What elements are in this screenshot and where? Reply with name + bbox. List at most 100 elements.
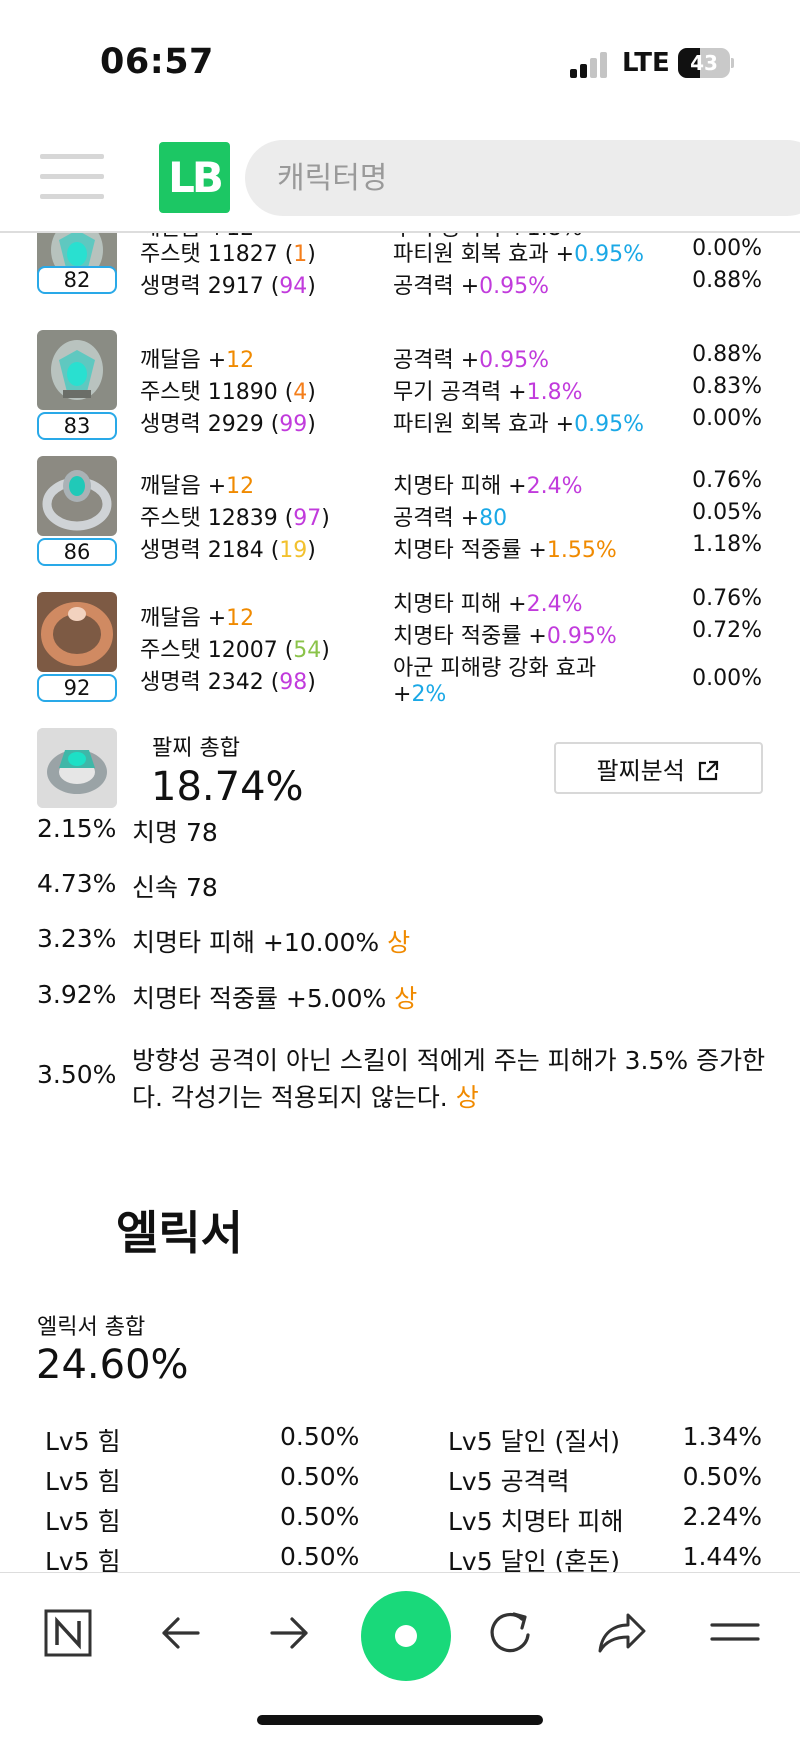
- bracelet-effect-text: 방향성 공격이 아닌 스킬이 적에게 주는 피해가 3.5% 증가한다. 각성기…: [132, 1046, 766, 1112]
- elixir-pct: 0.50%: [280, 1462, 360, 1491]
- earring-icon: [37, 330, 117, 410]
- share-icon[interactable]: [586, 1597, 656, 1667]
- effect-text: 치명타 피해 +2.4%: [393, 592, 583, 617]
- effect-text: 파티원 회복 효과 +0.95%: [393, 412, 644, 437]
- hp-stat: 생명력 2184 (19): [140, 538, 316, 563]
- status-time: 06:57: [100, 42, 214, 82]
- bracelet-effect-text: 치명타 적중률 +5.00% 상: [132, 984, 418, 1013]
- hp-stat: 생명력 2917 (94): [140, 274, 316, 299]
- signal-icon: [570, 52, 610, 78]
- reload-icon[interactable]: [476, 1597, 546, 1667]
- elixir-name: Lv5 힘: [45, 1427, 121, 1456]
- elixir-pct: 0.50%: [280, 1422, 360, 1451]
- home-indicator: [257, 1715, 543, 1725]
- bracelet-effect-pct: 3.23%: [37, 924, 117, 953]
- lb-logo[interactable]: LB: [159, 142, 230, 213]
- elixir-total-value: 24.60%: [36, 1342, 189, 1388]
- app-header: LB: [0, 120, 800, 233]
- elixir-name: Lv5 달인 (질서): [448, 1427, 621, 1456]
- content-area: 깨달음 +12 무기 공격력 +1.8% 0.83% 주스탯 11827 (1)…: [0, 222, 800, 1572]
- accessory-row: 92 깨달음 +12 주스탯 12007 (54) 생명력 2342 (98) …: [0, 586, 800, 718]
- effect-text-cont: +2%: [393, 682, 447, 707]
- effect-pct: 0.88%: [692, 268, 762, 293]
- accessory-row: 깨달음 +12 무기 공격력 +1.8% 0.83% 주스탯 11827 (1)…: [0, 222, 800, 340]
- elixir-pct: 1.44%: [682, 1542, 762, 1571]
- external-link-icon: [699, 760, 719, 780]
- effect-text: 치명타 적중률 +1.55%: [393, 538, 617, 563]
- effect-pct: 0.05%: [692, 500, 762, 525]
- effect-text: 치명타 적중률 +0.95%: [393, 624, 617, 649]
- battery-icon: 43: [678, 48, 734, 78]
- elixir-name: Lv5 치명타 피해: [448, 1507, 624, 1536]
- elixir-name: Lv5 힘: [45, 1507, 121, 1536]
- menu-icon[interactable]: [40, 154, 104, 202]
- bracelet-effect-text: 치명타 피해 +10.00% 상: [132, 928, 411, 957]
- awakening-stat: 깨달음 +12: [140, 348, 255, 373]
- ring-icon: [37, 592, 117, 672]
- effect-pct: 0.00%: [692, 406, 762, 431]
- main-stat: 주스탯 11890 (4): [140, 380, 316, 405]
- accessory-row: 83 깨달음 +12 주스탯 11890 (4) 생명력 2929 (99) 공…: [0, 330, 800, 460]
- elixir-pct: 1.34%: [682, 1422, 762, 1451]
- elixir-pct: 0.50%: [280, 1542, 360, 1571]
- bracelet-effect-text: 신속 78: [132, 873, 218, 902]
- effect-pct: 1.18%: [692, 532, 762, 557]
- elixir-pct: 0.50%: [280, 1502, 360, 1531]
- effect-pct: 0.83%: [692, 374, 762, 399]
- network-label: LTE: [622, 48, 670, 78]
- hp-stat: 생명력 2929 (99): [140, 412, 316, 437]
- effect-pct: 0.00%: [692, 666, 762, 691]
- bracelet-total-value: 18.74%: [151, 764, 304, 810]
- effect-pct: 0.72%: [692, 618, 762, 643]
- elixir-name: Lv5 달인 (혼돈): [448, 1547, 621, 1572]
- status-bar: 06:57 LTE 43: [0, 0, 800, 120]
- elixir-name: Lv5 힘: [45, 1467, 121, 1496]
- elixir-name: Lv5 힘: [45, 1547, 121, 1572]
- bracelet-analyze-button[interactable]: 팔찌분석: [554, 742, 763, 794]
- menu-icon[interactable]: [700, 1597, 770, 1667]
- bracelet-effect-text: 치명 78: [132, 818, 218, 847]
- green-dot-icon[interactable]: [361, 1591, 451, 1681]
- browser-bottom-nav: [0, 1572, 800, 1739]
- bracelet-effect-pct: 2.15%: [37, 814, 117, 843]
- effect-pct: 0.00%: [692, 236, 762, 261]
- bracelet-total-label: 팔찌 총합: [152, 736, 240, 761]
- effect-text: 파티원 회복 효과 +0.95%: [393, 242, 644, 267]
- analyze-label: 팔찌분석: [596, 756, 685, 785]
- bracelet-effect-pct: 3.50%: [37, 1060, 117, 1089]
- battery-level: 43: [690, 51, 718, 75]
- item-level-badge: 82: [37, 266, 117, 294]
- forward-arrow-icon[interactable]: [256, 1597, 326, 1667]
- naver-home-icon[interactable]: [40, 1597, 110, 1667]
- main-stat: 주스탯 12007 (54): [140, 638, 330, 663]
- effect-pct: 0.76%: [692, 586, 762, 611]
- item-level-badge: 92: [37, 674, 117, 702]
- effect-text: 치명타 피해 +2.4%: [393, 474, 583, 499]
- effect-text: 공격력 +80: [393, 506, 508, 531]
- back-arrow-icon[interactable]: [150, 1597, 220, 1667]
- accessory-row: 86 깨달음 +12 주스탯 12839 (97) 생명력 2184 (19) …: [0, 456, 800, 586]
- item-level-badge: 83: [37, 412, 117, 440]
- hp-stat: 생명력 2342 (98): [140, 670, 316, 695]
- bracelet-icon: [37, 728, 117, 808]
- elixir-pct: 2.24%: [682, 1502, 762, 1531]
- search-input[interactable]: [277, 140, 777, 216]
- elixir-name: Lv5 공격력: [448, 1467, 570, 1496]
- effect-text: 무기 공격력 +1.8%: [393, 380, 583, 405]
- elixir-pct: 0.50%: [682, 1462, 762, 1491]
- main-stat: 주스탯 12839 (97): [140, 506, 330, 531]
- effect-text: 공격력 +0.95%: [393, 274, 550, 299]
- effect-text: 아군 피해량 강화 효과: [393, 656, 597, 681]
- awakening-stat: 깨달음 +12: [140, 474, 255, 499]
- item-level-badge: 86: [37, 538, 117, 566]
- search-bar[interactable]: [245, 140, 800, 216]
- main-stat: 주스탯 11827 (1): [140, 242, 316, 267]
- effect-text: 공격력 +0.95%: [393, 348, 550, 373]
- awakening-stat: 깨달음 +12: [140, 606, 255, 631]
- ring-icon: [37, 456, 117, 536]
- elixir-section-title: 엘릭서: [116, 1206, 243, 1260]
- effect-pct: 0.88%: [692, 342, 762, 367]
- bracelet-effect-pct: 4.73%: [37, 869, 117, 898]
- elixir-total-label: 엘릭서 총합: [37, 1315, 146, 1340]
- bracelet-effect-pct: 3.92%: [37, 980, 117, 1009]
